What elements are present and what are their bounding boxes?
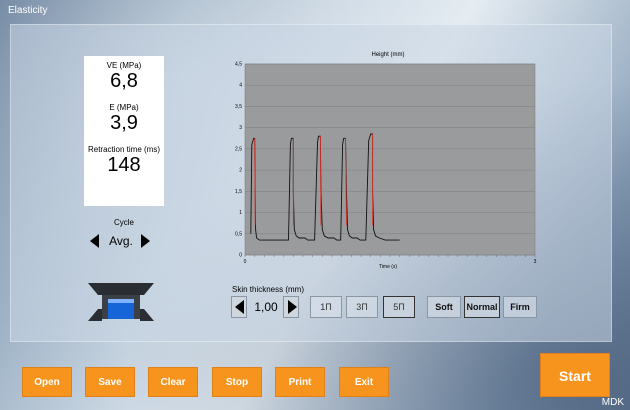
cycle-selector: Avg. — [88, 231, 154, 253]
mode-5-button[interactable]: 5Π — [383, 296, 415, 318]
retraction-time-label: Retraction time (ms) — [87, 145, 160, 154]
soft-button[interactable]: Soft — [427, 296, 461, 318]
e-label: E (MPa) — [109, 103, 139, 112]
metrics-panel: VE (MPa) 6,8 E (MPa) 3,9 Retraction time… — [84, 56, 164, 206]
y-tick-label: 2,5 — [235, 146, 242, 152]
skin-increase-button[interactable] — [283, 296, 299, 318]
mode-1-button[interactable]: 1Π — [310, 296, 342, 318]
y-tick-label: 3 — [239, 125, 242, 131]
cycle-label: Cycle — [113, 218, 134, 227]
y-tick-label: 0,5 — [235, 231, 242, 237]
ve-value: 6,8 — [110, 70, 138, 92]
arrow-left-icon — [235, 300, 244, 314]
y-axis: 4,5 4 3,5 3 2,5 2 1,5 1 0,5 0 — [235, 62, 242, 259]
clear-button[interactable]: Clear — [148, 367, 198, 397]
probe-device-icon — [88, 283, 154, 321]
y-tick-label: 3,5 — [235, 104, 242, 110]
y-tick-label: 4,5 — [235, 62, 242, 68]
skin-thickness-value: 1,00 — [254, 300, 278, 314]
save-button[interactable]: Save — [85, 367, 135, 397]
x-tick-label: 3 — [534, 259, 537, 265]
cycle-next-button[interactable] — [141, 234, 150, 248]
retraction-time-value: 148 — [107, 154, 141, 176]
skin-decrease-button[interactable] — [231, 296, 247, 318]
ve-label: VE (MPa) — [106, 61, 142, 70]
cycle-prev-button[interactable] — [90, 234, 99, 248]
skin-thickness-label: Skin thickness (mm) — [232, 285, 305, 294]
arrow-right-icon — [288, 300, 297, 314]
mode-3-button[interactable]: 3Π — [346, 296, 378, 318]
open-button[interactable]: Open — [22, 367, 72, 397]
window-title: Elasticity — [8, 5, 48, 16]
y-tick-label: 1,5 — [235, 189, 242, 195]
y-tick-label: 1 — [239, 210, 242, 216]
exit-button[interactable]: Exit — [339, 367, 389, 397]
height-chart: Height (mm) 4,5 4 3,5 3 2,5 2 1,5 1 0,5 0 0 3 Time… — [235, 52, 537, 270]
x-tick-label: 0 — [244, 259, 247, 265]
watermark: MDK — [601, 397, 624, 408]
normal-button[interactable]: Normal — [464, 296, 500, 318]
chart-title: Height (mm) — [371, 52, 404, 58]
stop-button[interactable]: Stop — [212, 367, 262, 397]
y-tick-label: 0 — [239, 253, 242, 259]
cycle-value: Avg. — [109, 234, 133, 248]
y-tick-label: 2 — [239, 168, 242, 174]
firm-button[interactable]: Firm — [503, 296, 537, 318]
x-axis-label: Time (s) — [379, 264, 397, 270]
print-button[interactable]: Print — [275, 367, 325, 397]
e-value: 3,9 — [110, 112, 138, 134]
y-tick-label: 4 — [239, 83, 242, 89]
start-button[interactable]: Start — [540, 353, 610, 397]
skin-thickness-stepper: 1,00 — [231, 296, 301, 318]
